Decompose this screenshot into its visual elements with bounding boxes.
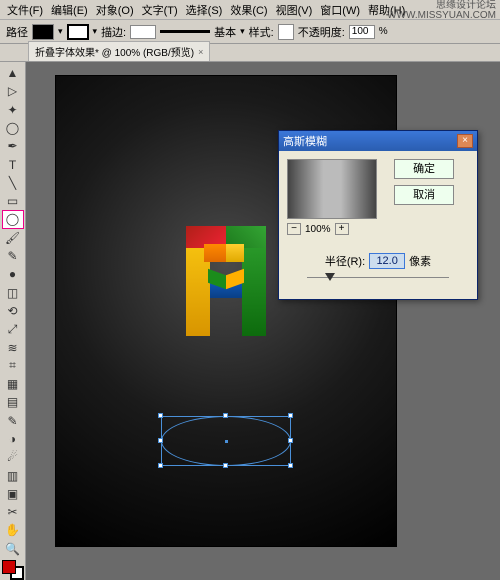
toolbox: ▲ ▷ ✦ ◯ ✒ T ╲ ▭ ◯ 🖌 ✎ ● ◫ ⟲ ⤢ ≋ ⌗ ▦ ▤ ✎ … [0,62,26,580]
dialog-title-text: 高斯模糊 [283,133,327,149]
pencil-tool[interactable]: ✎ [2,247,24,265]
close-icon[interactable]: × [198,47,203,57]
eyedropper-tool[interactable]: ✎ [2,412,24,430]
fill-stroke-control[interactable] [2,560,24,580]
menu-window[interactable]: 窗口(W) [317,0,363,20]
dialog-close-button[interactable]: × [457,134,473,148]
style-label: 样式: [249,24,274,40]
stroke-weight-input[interactable] [130,25,156,39]
magic-wand-tool[interactable]: ✦ [2,101,24,119]
stroke-label: 描边: [101,24,126,40]
menu-type[interactable]: 文字(T) [139,0,181,20]
graph-tool[interactable]: ▥ [2,466,24,484]
symbol-sprayer-tool[interactable]: ☄ [2,448,24,466]
path-label: 路径 [6,24,28,40]
slider-thumb-icon[interactable] [325,273,335,281]
lasso-tool[interactable]: ◯ [2,119,24,137]
radius-slider[interactable] [307,273,449,283]
fill-swatch[interactable] [32,24,54,40]
opacity-label: 不透明度: [298,24,345,40]
style-swatch[interactable] [278,24,294,40]
ellipse-tool[interactable]: ◯ [2,210,24,228]
stroke-style-sample[interactable] [160,30,210,33]
percent-sign: % [379,26,388,37]
effect-preview [287,159,377,219]
warp-tool[interactable]: ≋ [2,338,24,356]
zoom-out-button[interactable]: − [287,223,301,235]
dialog-titlebar[interactable]: 高斯模糊 × [279,131,477,151]
free-transform-tool[interactable]: ⌗ [2,357,24,375]
opacity-input[interactable] [349,25,375,39]
menu-edit[interactable]: 编辑(E) [48,0,91,20]
document-tab-bar: 折叠字体效果* @ 100% (RGB/预览) × [0,44,500,62]
blend-tool[interactable]: ◑ [2,430,24,448]
folded-letter-artwork [186,226,266,336]
basic-label[interactable]: 基本 [214,24,236,40]
gradient-tool[interactable]: ▤ [2,393,24,411]
document-tab[interactable]: 折叠字体效果* @ 100% (RGB/预览) × [28,41,210,61]
mesh-tool[interactable]: ▦ [2,375,24,393]
radius-input[interactable] [369,253,405,269]
selection-tool[interactable]: ▲ [2,64,24,82]
scale-tool[interactable]: ⤢ [2,320,24,338]
menu-effect[interactable]: 效果(C) [227,0,270,20]
type-tool[interactable]: T [2,155,24,173]
document-tab-title: 折叠字体效果* @ 100% (RGB/预览) [35,44,194,59]
artboard-tool[interactable]: ▣ [2,485,24,503]
watermark: 思缘设计论坛 WWW.MISSYUAN.COM [387,1,496,21]
slice-tool[interactable]: ✂ [2,503,24,521]
menu-file[interactable]: 文件(F) [4,0,46,20]
cancel-button[interactable]: 取消 [394,185,454,205]
rectangle-tool[interactable]: ▭ [2,192,24,210]
radius-unit: 像素 [409,253,431,269]
zoom-value: 100% [305,224,331,235]
ellipse-selection[interactable] [161,416,291,466]
stroke-swatch[interactable] [67,24,89,40]
menu-select[interactable]: 选择(S) [183,0,226,20]
menu-view[interactable]: 视图(V) [273,0,316,20]
direct-selection-tool[interactable]: ▷ [2,82,24,100]
hand-tool[interactable]: ✋ [2,521,24,539]
menu-object[interactable]: 对象(O) [93,0,137,20]
zoom-in-button[interactable]: + [335,223,349,235]
ok-button[interactable]: 确定 [394,159,454,179]
blob-brush-tool[interactable]: ● [2,265,24,283]
eraser-tool[interactable]: ◫ [2,284,24,302]
rotate-tool[interactable]: ⟲ [2,302,24,320]
radius-label: 半径(R): [325,253,365,269]
gaussian-blur-dialog: 高斯模糊 × 确定 取消 − 100% + 半径(R): 像素 [278,130,478,300]
line-tool[interactable]: ╲ [2,174,24,192]
pen-tool[interactable]: ✒ [2,137,24,155]
paintbrush-tool[interactable]: 🖌 [2,229,24,247]
zoom-tool[interactable]: 🔍 [2,539,24,557]
